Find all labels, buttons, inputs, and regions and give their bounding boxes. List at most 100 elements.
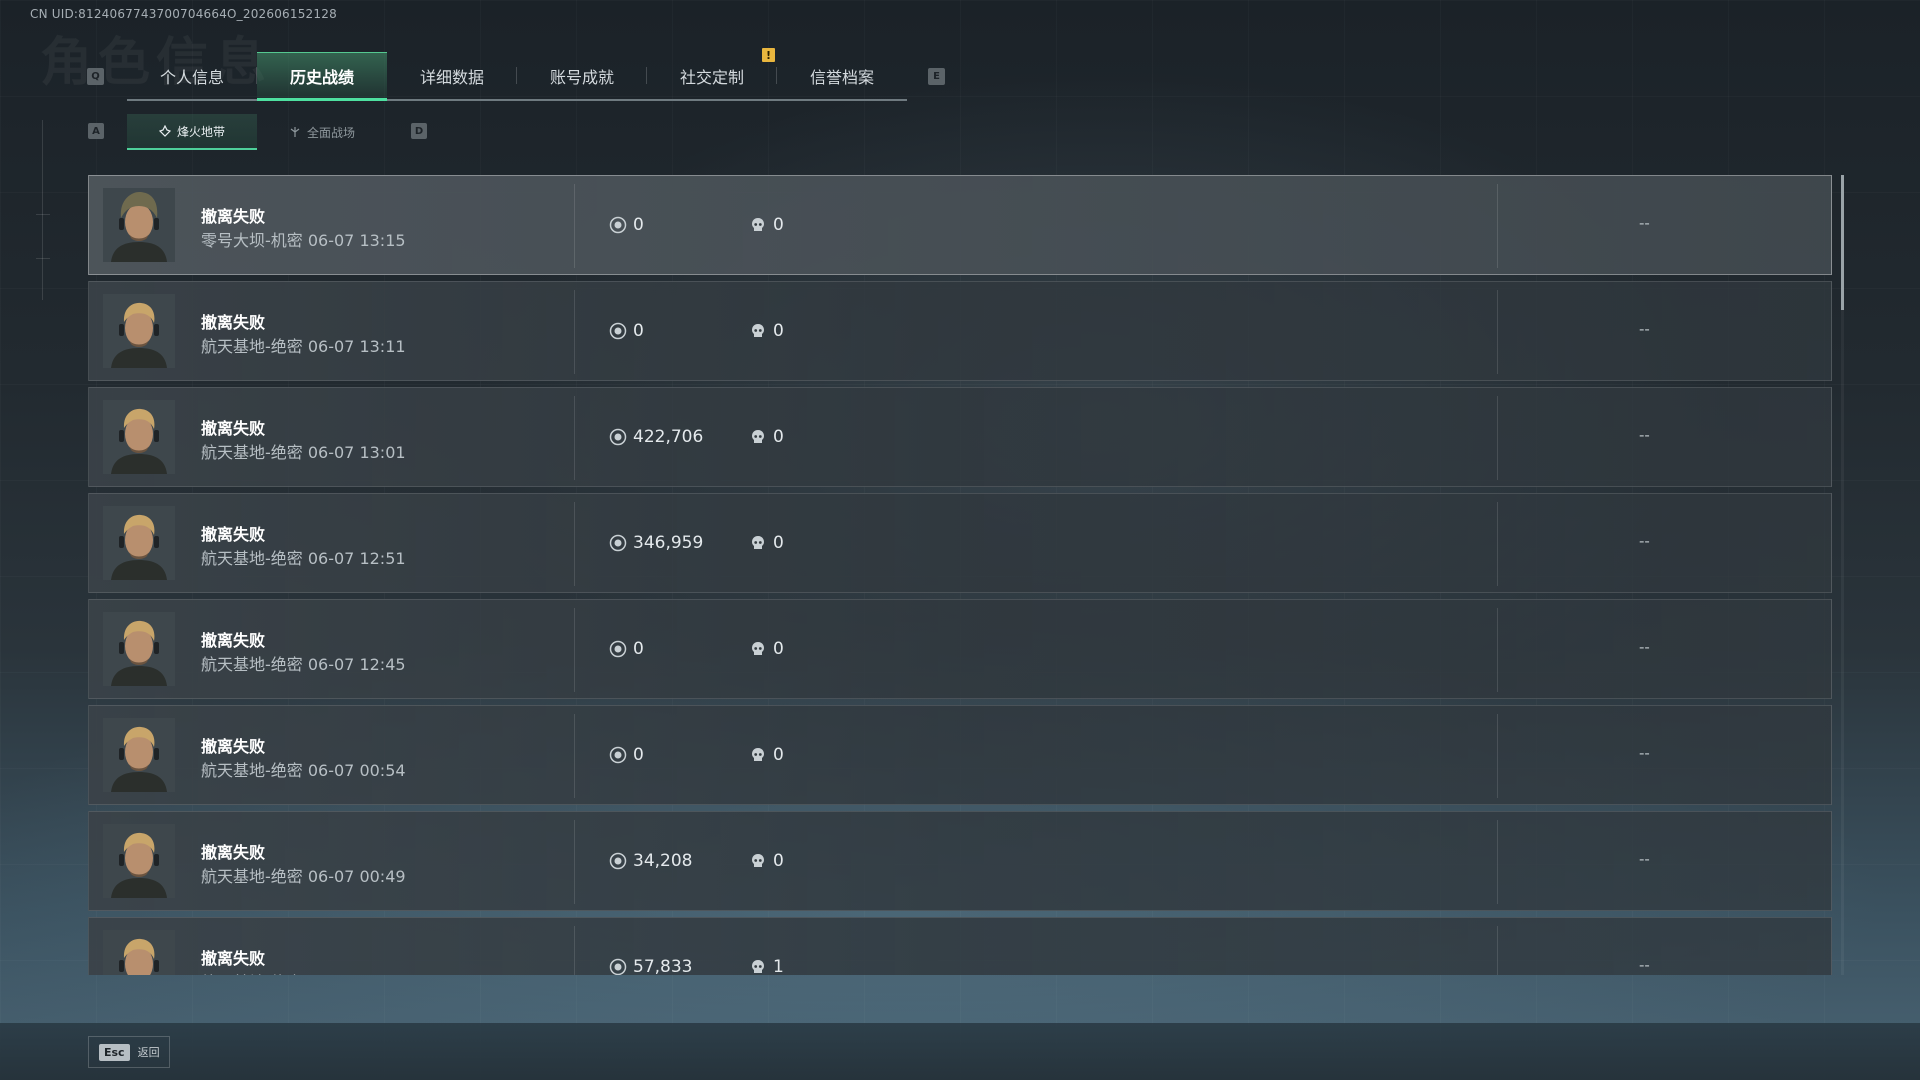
tab-detailed-data[interactable]: 详细数据 (387, 52, 517, 99)
kills-stat: 0 (749, 427, 784, 447)
record-result: 撤离失败 (201, 631, 266, 650)
operator-portrait-icon (103, 612, 175, 686)
scrollbar-thumb[interactable] (1841, 175, 1844, 310)
record-extra: -- (1639, 320, 1650, 338)
next-subtab-key[interactable]: D (411, 123, 427, 139)
column-divider (1497, 184, 1498, 268)
notification-badge: ! (762, 48, 775, 62)
value-stat: 422,706 (609, 427, 703, 447)
value-stat: 0 (609, 639, 644, 659)
column-divider (1497, 820, 1498, 904)
record-result: 撤离失败 (201, 313, 266, 332)
operator-portrait-icon (103, 294, 175, 368)
value-stat: 0 (609, 215, 644, 235)
tab-label: 信誉档案 (809, 67, 874, 87)
match-record-row[interactable]: 撤离失败 航天基地-绝密 06-07 00:54 0 0 -- (88, 705, 1832, 805)
record-extra: -- (1639, 744, 1650, 762)
record-map-time: 零号大坝-机密 06-07 13:15 (201, 231, 406, 250)
coin-icon (609, 958, 627, 975)
skull-icon (752, 430, 764, 443)
kills-stat: 0 (749, 639, 784, 659)
record-extra: -- (1639, 532, 1650, 550)
column-divider (574, 184, 575, 268)
column-divider (574, 290, 575, 374)
column-divider (1497, 714, 1498, 798)
record-result: 撤离失败 (201, 207, 266, 226)
match-record-row[interactable]: 撤离失败 航天基地-绝密 06-07 13:01 422,706 0 -- (88, 387, 1832, 487)
prev-subtab-key[interactable]: A (88, 123, 104, 139)
record-extra: -- (1639, 214, 1650, 232)
subtab-label: 烽火地带 (176, 124, 225, 139)
column-divider (574, 926, 575, 975)
record-map-time: 航天基地-绝密 06-07 13:01 (201, 443, 406, 462)
operator-portrait-icon (103, 824, 175, 898)
value-amount: 0 (633, 639, 644, 659)
operator-portrait-icon (103, 400, 175, 474)
subtab-battlefield[interactable]: 全面战场 (257, 114, 387, 150)
operator-avatar (103, 612, 175, 686)
operator-avatar (103, 824, 175, 898)
kills-stat: 0 (749, 851, 784, 871)
record-extra: -- (1639, 956, 1650, 974)
column-divider (1497, 396, 1498, 480)
decor-line (42, 120, 43, 300)
match-record-row[interactable]: 撤离失败 航天基地-绝密 06-07 12:45 0 0 -- (88, 599, 1832, 699)
tab-social-custom[interactable]: 社交定制 (647, 52, 777, 99)
operator-avatar (103, 718, 175, 792)
record-map-time: 航天基地-绝密 06-07 00:54 (201, 761, 406, 780)
record-extra: -- (1639, 850, 1650, 868)
decor-tick (36, 214, 50, 215)
skull-icon (752, 642, 764, 655)
operator-avatar (103, 400, 175, 474)
prev-tab-key[interactable]: Q (87, 68, 104, 85)
match-record-row[interactable]: 撤离失败 航天基地-绝密 06-07 00:49 34,208 0 -- (88, 811, 1832, 911)
value-stat: 0 (609, 745, 644, 765)
back-button[interactable]: Esc 返回 (88, 1036, 170, 1068)
subtab-label: 全面战场 (306, 125, 355, 140)
column-divider (1497, 290, 1498, 374)
kills-count: 0 (773, 427, 784, 447)
value-stat: 57,833 (609, 957, 692, 975)
value-amount: 34,208 (633, 851, 693, 871)
match-record-row[interactable]: 撤离失败 航天基地-绝密 06-07 13:11 0 0 -- (88, 281, 1832, 381)
column-divider (1497, 502, 1498, 586)
column-divider (574, 396, 575, 480)
flame-zone-icon (158, 125, 171, 137)
tab-achievements[interactable]: 账号成就 (517, 52, 647, 99)
coin-icon (609, 216, 627, 234)
column-divider (574, 820, 575, 904)
kills-stat: 0 (749, 745, 784, 765)
kills-count: 0 (773, 639, 784, 659)
record-map-time: 航天基地-绝密 06-07 12:51 (201, 549, 406, 568)
tab-personal-info[interactable]: 个人信息 (127, 52, 257, 99)
kills-count: 0 (773, 533, 784, 553)
kills-count: 0 (773, 215, 784, 235)
coin-icon (609, 322, 627, 340)
back-label: 返回 (137, 1046, 160, 1059)
match-record-row[interactable]: 撤离失败 零号大坝-机密 06-07 13:15 0 0 -- (88, 175, 1832, 275)
next-tab-key[interactable]: E (928, 68, 945, 85)
value-stat: 346,959 (609, 533, 703, 553)
skull-icon (752, 536, 764, 549)
coin-icon (609, 640, 627, 658)
coin-icon (609, 746, 627, 764)
tab-match-history[interactable]: 历史战绩 (257, 52, 387, 101)
match-record-row[interactable]: 撤离失败 航天基地-绝密 06-07 00:40 57,833 1 -- (88, 917, 1832, 975)
tab-label: 历史战绩 (289, 68, 354, 87)
kills-stat: 1 (749, 957, 784, 975)
column-divider (574, 502, 575, 586)
value-amount: 57,833 (633, 957, 693, 975)
match-history-list: 撤离失败 零号大坝-机密 06-07 13:15 0 0 -- 撤离失败 航天基… (88, 175, 1832, 975)
value-amount: 0 (633, 321, 644, 341)
subtab-flame-zone[interactable]: 烽火地带 (127, 114, 257, 150)
value-amount: 346,959 (633, 533, 704, 553)
record-map-time: 航天基地-绝密 06-07 00:49 (201, 867, 406, 886)
value-stat: 34,208 (609, 851, 692, 871)
skull-icon (752, 218, 764, 231)
skull-icon (752, 854, 764, 867)
kills-count: 0 (773, 745, 784, 765)
match-record-row[interactable]: 撤离失败 航天基地-绝密 06-07 12:51 346,959 0 -- (88, 493, 1832, 593)
tab-credit-record[interactable]: 信誉档案 (777, 52, 907, 99)
record-result: 撤离失败 (201, 419, 266, 438)
column-divider (1497, 926, 1498, 975)
